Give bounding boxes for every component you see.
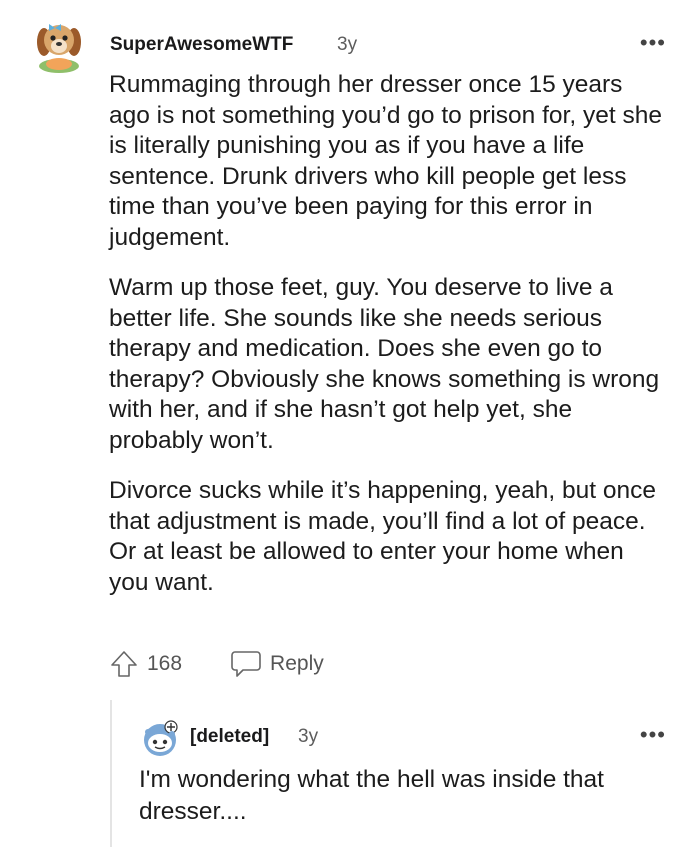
- vote-count: 168: [147, 652, 183, 675]
- comment-actions: 168 Reply: [109, 646, 324, 682]
- reply-author: [deleted]: [190, 726, 270, 747]
- upvote-button[interactable]: 168: [109, 649, 182, 679]
- reply-label: Reply: [270, 652, 324, 675]
- reply-age: 3y: [298, 726, 319, 747]
- comment-paragraph: Warm up those feet, guy. You deserve to …: [109, 274, 660, 454]
- comment-age: 3y: [337, 34, 358, 55]
- comment-author[interactable]: SuperAwesomeWTF: [110, 34, 293, 56]
- speech-bubble-icon: [231, 651, 261, 677]
- dog-avatar-icon[interactable]: [34, 14, 84, 74]
- comment-body: Rummaging through her dresser once 15 ye…: [109, 70, 669, 618]
- reply-body: I'm wondering what the hell was inside t…: [139, 766, 604, 825]
- reply-more-options-icon[interactable]: •••: [640, 722, 666, 748]
- thread-line[interactable]: [110, 700, 112, 847]
- snoo-avatar-icon[interactable]: [140, 718, 180, 758]
- more-options-icon[interactable]: •••: [640, 30, 666, 56]
- comment-paragraph: Divorce sucks while it’s happening, yeah…: [109, 477, 657, 596]
- reply-button[interactable]: Reply: [230, 649, 324, 679]
- upvote-arrow-icon[interactable]: [109, 649, 139, 679]
- comment-paragraph: Rummaging through her dresser once 15 ye…: [109, 71, 662, 251]
